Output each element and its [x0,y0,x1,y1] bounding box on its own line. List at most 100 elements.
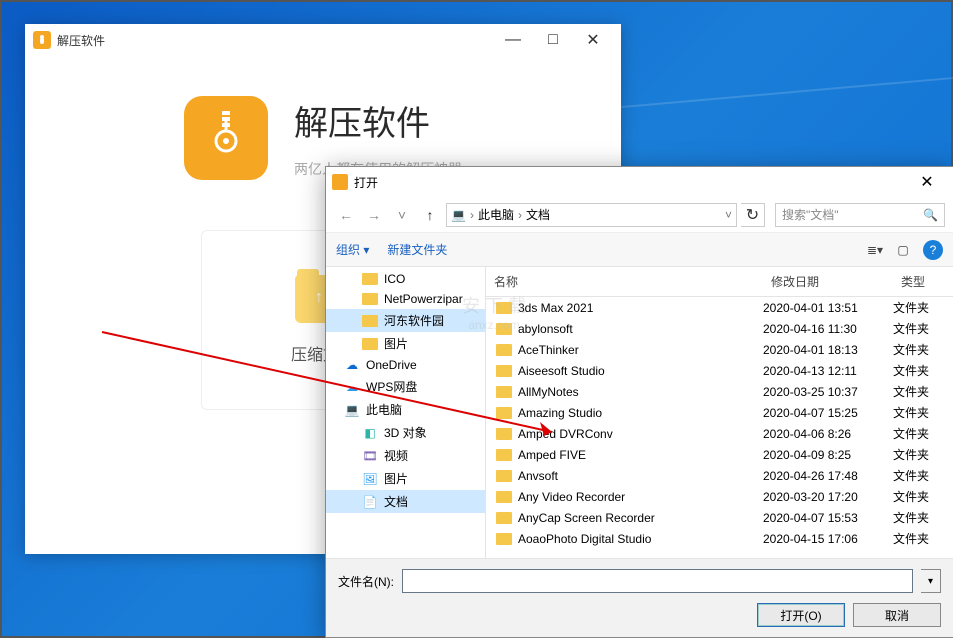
tree-item[interactable]: 🎞视频 [326,444,485,467]
tree-item[interactable]: ☁WPS网盘 [326,375,485,398]
open-button[interactable]: 打开(O) [757,603,845,627]
tree-item[interactable]: ICO [326,269,485,289]
tree-item[interactable]: 📄文档 [326,490,485,513]
nav-recent-button[interactable]: ˅ [390,203,414,227]
list-item[interactable]: Any Video Recorder 2020-03-20 17:20文件夹 [486,486,953,507]
breadcrumb-seg[interactable]: 文档 [526,206,550,223]
address-bar[interactable]: 💻 › 此电脑 › 文档 ˅ [446,203,737,227]
tree-item[interactable]: 🖼图片 [326,467,485,490]
pc-icon: 💻 [451,208,466,222]
file-type: 文件夹 [893,341,953,358]
tree-item[interactable]: 河东软件园 [326,309,485,332]
app-logo [184,96,268,180]
search-placeholder: 搜索"文档" [782,206,839,223]
file-date: 2020-04-06 8:26 [763,427,893,441]
tree-item[interactable]: 💻此电脑 [326,398,485,421]
tree-item-label: 图片 [384,335,408,352]
chevron-icon: › [518,208,522,222]
col-header-type[interactable]: 类型 [893,267,953,296]
list-item[interactable]: AoaoPhoto Digital Studio2020-04-15 17:06… [486,528,953,549]
chevron-down-icon[interactable]: ˅ [725,208,732,222]
folder-icon [496,344,512,356]
list-item[interactable]: Aiseesoft Studio2020-04-13 12:11文件夹 [486,360,953,381]
list-item[interactable]: Amazing Studio2020-04-07 15:25文件夹 [486,402,953,423]
maximize-button[interactable]: □ [533,26,573,54]
tree-item-label: ICO [384,272,405,286]
filename-dropdown-button[interactable]: ▾ [921,569,941,593]
list-item[interactable]: Amped DVRConv2020-04-06 8:26文件夹 [486,423,953,444]
file-name: abylonsoft [518,322,573,336]
view-mode-button[interactable]: ≣▾ [861,239,889,261]
folder-tree[interactable]: ICO NetPowerzipar 河东软件园图片 ☁OneDrive☁WPS网盘💻此… [326,267,486,558]
dialog-close-button[interactable]: ✕ [907,168,947,196]
tree-item-label: WPS网盘 [366,378,417,395]
list-item[interactable]: AceThinker2020-04-01 18:13文件夹 [486,339,953,360]
tree-item-label: 此电脑 [366,401,402,418]
file-date: 2020-04-26 17:48 [763,469,893,483]
list-item[interactable]: Anvsoft2020-04-26 17:48文件夹 [486,465,953,486]
tree-item-label: 河东软件园 [384,312,444,329]
chevron-icon: › [470,208,474,222]
folder-icon [496,323,512,335]
file-date: 2020-03-20 17:20 [763,490,893,504]
folder-icon [496,470,512,482]
file-date: 2020-04-07 15:53 [763,511,893,525]
folder-icon [496,491,512,503]
search-input[interactable]: 搜索"文档" 🔍 [775,203,945,227]
folder-icon [496,365,512,377]
tree-item[interactable]: ◧3D 对象 [326,421,485,444]
preview-pane-button[interactable]: ▢ [889,239,917,261]
list-item[interactable]: Amped FIVE 2020-04-09 8:25文件夹 [486,444,953,465]
organize-button[interactable]: 组织 ▾ [336,241,369,258]
filename-input[interactable] [402,569,913,593]
tree-item[interactable]: NetPowerzipar [326,289,485,309]
list-item[interactable]: 3ds Max 20212020-04-01 13:51文件夹 [486,297,953,318]
folder-icon [496,512,512,524]
list-item[interactable]: AnyCap Screen Recorder2020-04-07 15:53文件… [486,507,953,528]
dialog-titlebar[interactable]: 打开 ✕ [326,167,953,197]
file-type: 文件夹 [893,446,953,463]
list-item[interactable]: abylonsoft2020-04-16 11:30文件夹 [486,318,953,339]
help-button[interactable]: ? [923,240,943,260]
tree-item-label: 图片 [384,470,408,487]
file-list-body[interactable]: 3ds Max 20212020-04-01 13:51文件夹abylonsof… [486,297,953,558]
nav-back-button[interactable]: ← [334,203,358,227]
file-type: 文件夹 [893,488,953,505]
file-name: AceThinker [518,343,579,357]
app-heading: 解压软件 [294,96,462,145]
breadcrumb-seg[interactable]: 此电脑 [478,206,514,223]
file-list: 名称 修改日期 类型 3ds Max 20212020-04-01 13:51文… [486,267,953,558]
folder-icon [496,533,512,545]
app-icon [33,31,51,49]
file-type: 文件夹 [893,299,953,316]
folder-icon [496,302,512,314]
file-date: 2020-04-13 12:11 [763,364,893,378]
cancel-button[interactable]: 取消 [853,603,941,627]
nav-up-button[interactable]: ↑ [418,203,442,227]
close-button[interactable]: ✕ [573,26,613,54]
tree-item-label: 3D 对象 [384,424,427,441]
folder-icon [496,449,512,461]
file-name: AllMyNotes [518,385,579,399]
window-title: 解压软件 [57,32,493,49]
file-type: 文件夹 [893,362,953,379]
new-folder-button[interactable]: 新建文件夹 [387,241,447,258]
col-header-name[interactable]: 名称 [486,267,763,296]
navigation-row: ← → ˅ ↑ 💻 › 此电脑 › 文档 ˅ ↻ 搜索"文档" 🔍 [326,197,953,233]
list-header[interactable]: 名称 修改日期 类型 [486,267,953,297]
file-name: Amped FIVE [518,448,586,462]
tree-item[interactable]: 图片 [326,332,485,355]
file-name: Anvsoft [518,469,558,483]
list-item[interactable]: AllMyNotes2020-03-25 10:37文件夹 [486,381,953,402]
file-type: 文件夹 [893,404,953,421]
file-name: 3ds Max 2021 [518,301,593,315]
col-header-date[interactable]: 修改日期 [763,267,893,296]
tree-item[interactable]: ☁OneDrive [326,355,485,375]
file-name: Any Video Recorder [518,490,625,504]
minimize-button[interactable]: — [493,26,533,54]
file-type: 文件夹 [893,530,953,547]
main-titlebar[interactable]: 解压软件 — □ ✕ [25,24,621,56]
refresh-button[interactable]: ↻ [741,203,765,227]
dialog-footer: 文件名(N): ▾ 打开(O) 取消 [326,558,953,637]
file-date: 2020-04-09 8:25 [763,448,893,462]
